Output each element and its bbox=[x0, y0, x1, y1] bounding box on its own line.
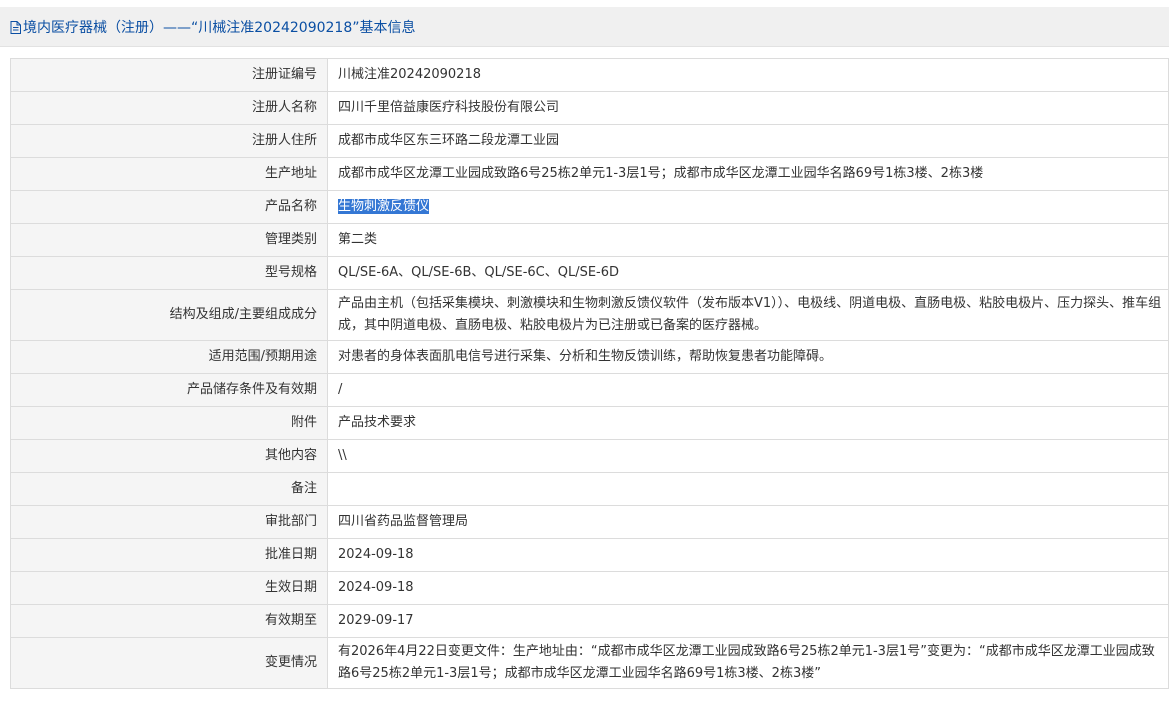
table-row: 注册人住所 成都市成华区东三环路二段龙潭工业园 bbox=[10, 124, 1169, 158]
field-value: 川械注准20242090218 bbox=[327, 58, 1169, 92]
field-value: 产品技术要求 bbox=[327, 406, 1169, 440]
field-label: 生产地址 bbox=[10, 157, 328, 191]
selected-text[interactable]: 生物刺激反馈仪 bbox=[338, 199, 430, 214]
table-row: 产品储存条件及有效期 / bbox=[10, 373, 1169, 407]
field-value bbox=[327, 472, 1169, 506]
field-value: QL/SE-6A、QL/SE-6B、QL/SE-6C、QL/SE-6D bbox=[327, 256, 1169, 290]
field-value: 2024-09-18 bbox=[327, 538, 1169, 572]
field-label: 有效期至 bbox=[10, 604, 328, 638]
field-label: 备注 bbox=[10, 472, 328, 506]
field-label: 注册人名称 bbox=[10, 91, 328, 125]
table-row: 适用范围/预期用途 对患者的身体表面肌电信号进行采集、分析和生物反馈训练，帮助恢… bbox=[10, 340, 1169, 374]
field-label: 生效日期 bbox=[10, 571, 328, 605]
table-row: 有效期至 2029-09-17 bbox=[10, 604, 1169, 638]
field-label: 适用范围/预期用途 bbox=[10, 340, 328, 374]
field-value: 成都市成华区龙潭工业园成致路6号25栋2单元1-3层1号；成都市成华区龙潭工业园… bbox=[327, 157, 1169, 191]
table-row: 变更情况 有2026年4月22日变更文件：生产地址由：“成都市成华区龙潭工业园成… bbox=[10, 637, 1169, 689]
table-row: 注册人名称 四川千里倍益康医疗科技股份有限公司 bbox=[10, 91, 1169, 125]
field-value: 产品由主机（包括采集模块、刺激模块和生物刺激反馈仪软件（发布版本V1））、电极线… bbox=[327, 289, 1169, 341]
table-row: 管理类别 第二类 bbox=[10, 223, 1169, 257]
field-label: 审批部门 bbox=[10, 505, 328, 539]
table-row: 注册证编号 川械注准20242090218 bbox=[10, 58, 1169, 92]
field-label: 附件 bbox=[10, 406, 328, 440]
field-value: 有2026年4月22日变更文件：生产地址由：“成都市成华区龙潭工业园成致路6号2… bbox=[327, 637, 1169, 689]
info-table: 注册证编号 川械注准20242090218 注册人名称 四川千里倍益康医疗科技股… bbox=[10, 58, 1169, 689]
field-value: 四川省药品监督管理局 bbox=[327, 505, 1169, 539]
table-row: 批准日期 2024-09-18 bbox=[10, 538, 1169, 572]
table-row: 审批部门 四川省药品监督管理局 bbox=[10, 505, 1169, 539]
field-value: / bbox=[327, 373, 1169, 407]
field-value: \\ bbox=[327, 439, 1169, 473]
field-value: 生物刺激反馈仪 bbox=[327, 190, 1169, 224]
field-label: 管理类别 bbox=[10, 223, 328, 257]
table-row: 备注 bbox=[10, 472, 1169, 506]
field-label: 产品名称 bbox=[10, 190, 328, 224]
field-value: 四川千里倍益康医疗科技股份有限公司 bbox=[327, 91, 1169, 125]
field-label: 注册人住所 bbox=[10, 124, 328, 158]
field-value: 2024-09-18 bbox=[327, 571, 1169, 605]
table-row: 其他内容 \\ bbox=[10, 439, 1169, 473]
field-label: 其他内容 bbox=[10, 439, 328, 473]
field-label: 注册证编号 bbox=[10, 58, 328, 92]
field-label: 批准日期 bbox=[10, 538, 328, 572]
field-value: 第二类 bbox=[327, 223, 1169, 257]
field-label: 结构及组成/主要组成成分 bbox=[10, 289, 328, 341]
field-value: 对患者的身体表面肌电信号进行采集、分析和生物反馈训练，帮助恢复患者功能障碍。 bbox=[327, 340, 1169, 374]
page-header: 境内医疗器械（注册）——“川械注准20242090218”基本信息 bbox=[0, 7, 1169, 47]
table-row: 结构及组成/主要组成成分 产品由主机（包括采集模块、刺激模块和生物刺激反馈仪软件… bbox=[10, 289, 1169, 341]
table-row: 生效日期 2024-09-18 bbox=[10, 571, 1169, 605]
table-row: 型号规格 QL/SE-6A、QL/SE-6B、QL/SE-6C、QL/SE-6D bbox=[10, 256, 1169, 290]
document-icon bbox=[10, 20, 21, 34]
table-row: 生产地址 成都市成华区龙潭工业园成致路6号25栋2单元1-3层1号；成都市成华区… bbox=[10, 157, 1169, 191]
field-value: 成都市成华区东三环路二段龙潭工业园 bbox=[327, 124, 1169, 158]
table-row: 附件 产品技术要求 bbox=[10, 406, 1169, 440]
field-label: 产品储存条件及有效期 bbox=[10, 373, 328, 407]
page-title: 境内医疗器械（注册）——“川械注准20242090218”基本信息 bbox=[23, 19, 416, 36]
field-label: 变更情况 bbox=[10, 637, 328, 689]
field-value: 2029-09-17 bbox=[327, 604, 1169, 638]
field-label: 型号规格 bbox=[10, 256, 328, 290]
table-row: 产品名称 生物刺激反馈仪 bbox=[10, 190, 1169, 224]
